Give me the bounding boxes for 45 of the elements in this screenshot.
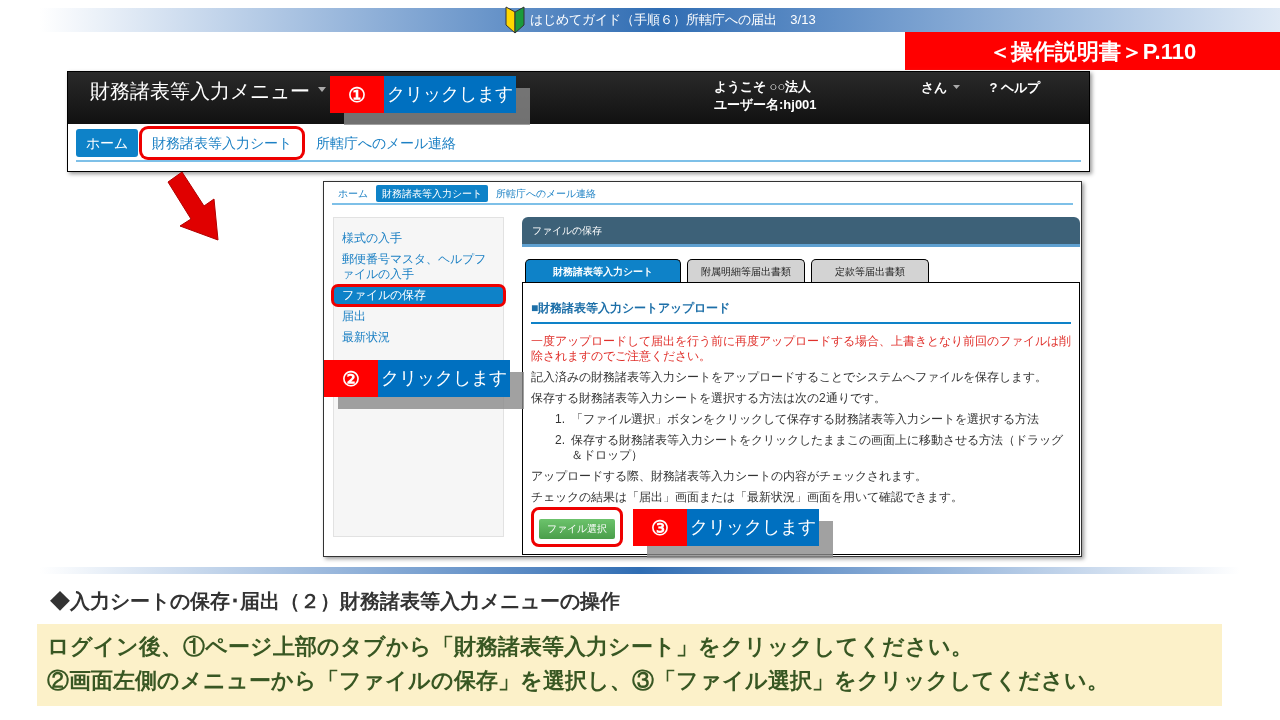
body-text: チェックの結果は「届出」画面または「最新状況」画面を用いて確認できます。 — [531, 490, 964, 505]
body-text: 記入済みの財務諸表等入力シートをアップロードすることでシステムへファイルを保存します。 — [531, 370, 1048, 385]
nav-tab[interactable]: 所轄庁へのメール連絡 — [306, 129, 466, 157]
callout-label: クリックします — [687, 509, 819, 546]
warning-text: 一度アップロードして届出を行う前に再度アップロードする場合、上書きとなり前回のファイルは削除されますのでご注意ください。 — [531, 334, 1071, 364]
sidebar-item[interactable]: ファイルの保存 — [334, 287, 503, 304]
app-title[interactable]: 財務諸表等入力メニュー — [90, 76, 310, 106]
panel-title: ファイルの保存 — [532, 224, 602, 238]
callout-label: クリックします — [378, 360, 510, 397]
sidebar-item[interactable]: 最新状況 — [334, 329, 503, 346]
slide-title: はじめてガイド（手順６）所轄庁への届出 3/13 — [530, 11, 816, 30]
welcome-text: ようこそ ○○法人 — [714, 78, 813, 96]
content-tab[interactable]: 財務諸表等入力シート — [525, 259, 681, 282]
user-menu[interactable]: さん — [920, 78, 947, 98]
step-number: 2. — [555, 433, 565, 449]
body-text: 保存する財務諸表等入力シートを選択する方法は次の2通りです。 — [531, 391, 887, 406]
sidebar-item[interactable]: 郵便番号マスタ、ヘルプファイルの入手 — [334, 251, 503, 283]
step-number: 1. — [555, 412, 565, 427]
step-number: ② — [324, 360, 378, 397]
content-tab[interactable]: 定款等届出書類 — [811, 259, 929, 282]
nav-tab[interactable]: 財務諸表等入力シート — [142, 129, 302, 157]
step-number: ③ — [633, 509, 687, 546]
step-number: ① — [330, 76, 384, 113]
caret-icon — [952, 85, 960, 89]
instruction-text: ログイン後、①ページ上部のタブから「財務諸表等入力シート」をクリックしてください。 — [47, 633, 974, 661]
nav-tab[interactable]: ホーム — [76, 129, 138, 157]
caret-icon — [318, 87, 326, 92]
content-tab[interactable]: 附属明細等届出書類 — [687, 259, 805, 282]
section-title: ■財務諸表等入力シートアップロード — [531, 301, 731, 315]
step-text: 保存する財務諸表等入力シートをクリックしたままこの画面上に移動させる方法（ドラッグ＆ドロップ） — [571, 433, 1064, 463]
instruction-text: ②画面左側のメニューから「ファイルの保存」を選択し、③「ファイル選択」をクリックしてください。 — [47, 667, 1110, 695]
user-name: ユーザー名:hj001 — [714, 96, 817, 114]
nav-tab[interactable]: 財務諸表等入力シート — [376, 184, 488, 202]
sidebar-item[interactable]: 届出 — [334, 308, 503, 325]
file-select-button[interactable]: ファイル選択 — [539, 518, 615, 539]
section-heading: ◆入力シートの保存･届出（２）財務諸表等入力メニューの操作 — [50, 590, 620, 612]
nav-tab[interactable]: 所轄庁へのメール連絡 — [490, 184, 602, 202]
body-text: アップロードする際、財務諸表等入力シートの内容がチェックされます。 — [531, 469, 928, 484]
nav-tab[interactable]: ホーム — [332, 184, 374, 202]
callout-label: クリックします — [384, 76, 516, 113]
help-link[interactable]: ? ヘルプ — [989, 78, 1041, 98]
sidebar-item[interactable]: 様式の入手 — [334, 230, 503, 247]
manual-reference: ＜操作説明書＞P.110 — [905, 32, 1280, 70]
beginner-mark-icon — [504, 6, 527, 34]
step-text: 「ファイル選択」ボタンをクリックして保存する財務諸表等入力シートを選択する方法 — [571, 412, 1039, 427]
